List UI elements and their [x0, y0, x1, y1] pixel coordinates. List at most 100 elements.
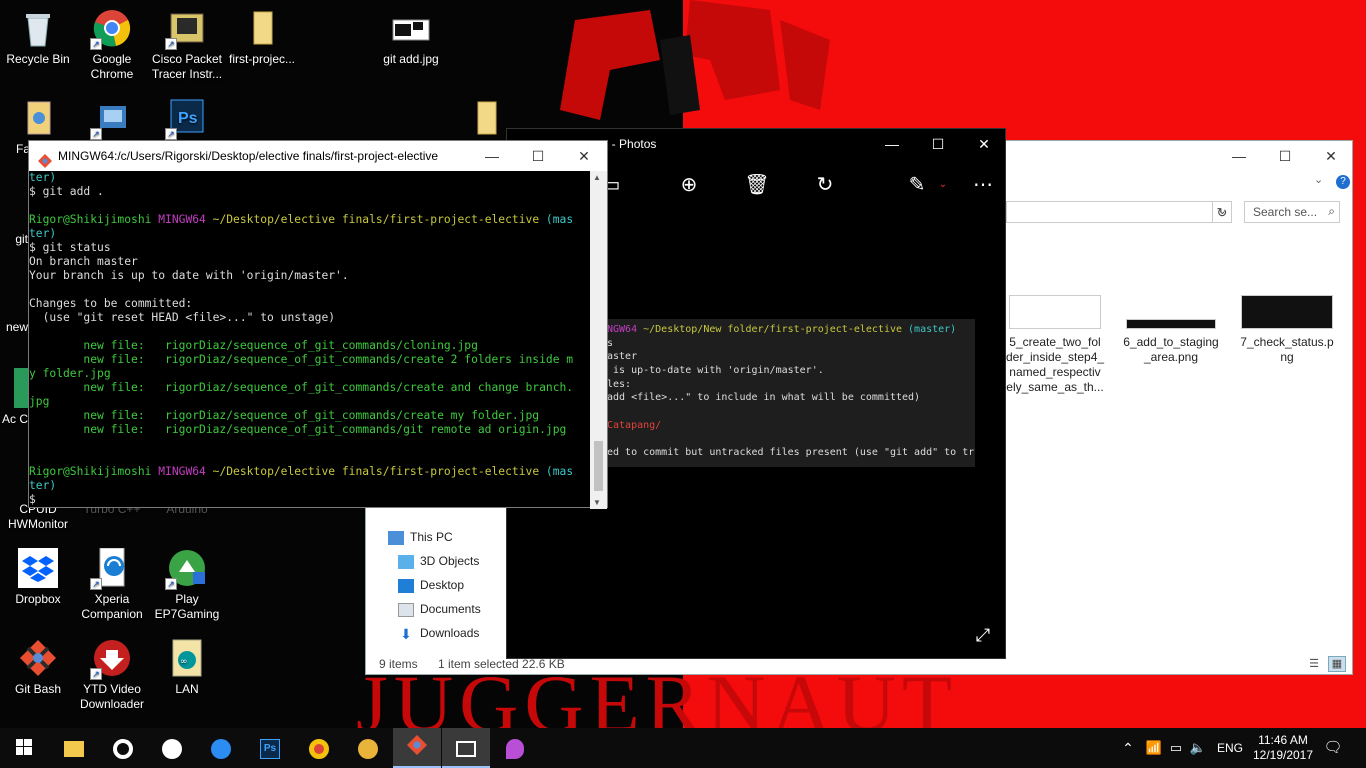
terminal-line: $	[29, 493, 591, 507]
scroll-down-arrow-icon[interactable]: ▼	[593, 498, 601, 507]
maximize-button[interactable]: ☐	[1262, 141, 1308, 171]
nav-item-downloads[interactable]: ⬇ Downloads	[398, 622, 479, 644]
zoom-in-icon[interactable]: ⊕	[675, 171, 703, 199]
photos-icon	[456, 741, 476, 758]
file-item[interactable]: 5_create_two_fol der_inside_step4_ named…	[1006, 295, 1104, 395]
terminal-line: $ git status	[29, 241, 591, 255]
taskbar-file-explorer[interactable]	[50, 728, 98, 768]
desktop-icon-photoshop[interactable]: Ps ↗	[149, 98, 225, 142]
chevron-down-icon[interactable]: ⌄	[929, 171, 957, 199]
shortcut-arrow-icon: ↗	[165, 38, 177, 50]
file-item[interactable]: 7_check_status.p ng	[1238, 295, 1336, 365]
full-screen-icon[interactable]: ⤢	[971, 623, 995, 647]
close-button[interactable]: ✕	[961, 129, 1007, 159]
language-indicator[interactable]: ENG	[1214, 728, 1246, 768]
desktop-icon-partial-4[interactable]: new	[0, 278, 28, 335]
show-hidden-icons-button[interactable]: ⌃	[1118, 728, 1138, 768]
network-icon[interactable]: 📶	[1144, 728, 1164, 768]
desktop-icon-dropbox[interactable]: Dropbox	[0, 548, 76, 607]
taskbar-cortana[interactable]	[99, 728, 147, 768]
action-center-icon[interactable]: 🗨	[1320, 728, 1346, 768]
file-item[interactable]: 6_add_to_staging _area.png	[1122, 295, 1220, 365]
recycle-bin-icon	[18, 8, 58, 48]
taskbar-paint-3d[interactable]	[491, 728, 539, 768]
terminal-line: new file: rigorDiaz/sequence_of_git_comm…	[29, 381, 591, 395]
terminal-titlebar: MINGW64:/c/Users/Rigorski/Desktop/electi…	[29, 141, 607, 171]
desktop-icon-partial-2[interactable]: ↗	[74, 98, 150, 142]
desktop-icon-xperia-companion[interactable]: ↗ Xperia Companion	[74, 547, 150, 622]
delete-icon[interactable]: 🗑	[743, 171, 771, 199]
file-thumbnail	[1009, 295, 1101, 329]
thumbnail-view-button[interactable]: ▦	[1328, 656, 1346, 672]
desktop-icon-partial-5[interactable]: Ac C	[0, 368, 28, 427]
taskbar-steam[interactable]	[148, 728, 196, 768]
minimize-button[interactable]: —	[869, 129, 915, 159]
minimize-button[interactable]: —	[1216, 141, 1262, 171]
steam-icon	[162, 739, 182, 760]
details-view-button[interactable]: ☰	[1306, 656, 1322, 672]
search-box[interactable]: Search se... ⌕	[1244, 201, 1340, 223]
edit-create-icon[interactable]: ✎	[903, 171, 931, 199]
folder-icon	[466, 98, 506, 138]
battery-icon[interactable]: ▭	[1166, 728, 1186, 768]
help-icon[interactable]: ?	[1336, 175, 1350, 189]
maximize-button[interactable]: ☐	[515, 141, 561, 171]
taskbar-chrome[interactable]	[295, 728, 343, 768]
terminal-output[interactable]: ter) $ git add . Rigor@Shikijimoshi MINGW6…	[29, 171, 591, 509]
taskbar-messenger[interactable]	[197, 728, 245, 768]
desktop-icon-recycle-bin[interactable]: Recycle Bin	[0, 8, 76, 67]
line-segment: new file: rigorDiaz/sequence_of_git_comm…	[29, 353, 574, 366]
explorer-ribbon: ⌄ ?	[1006, 171, 1352, 197]
paint-3d-icon	[506, 739, 524, 760]
terminal-line: jpg	[29, 395, 591, 409]
taskbar-photoshop[interactable]: Ps	[246, 728, 294, 768]
search-input[interactable]: Search se...	[1253, 205, 1317, 219]
line-segment: ter)	[29, 479, 57, 492]
volume-icon[interactable]: 🔈	[1188, 728, 1208, 768]
clock-date: 12/19/2017	[1252, 748, 1314, 762]
maximize-button[interactable]: ☐	[915, 129, 961, 159]
nav-item-this-pc[interactable]: This PC	[388, 526, 453, 548]
git-bash-terminal-window[interactable]: MINGW64:/c/Users/Rigorski/Desktop/electi…	[28, 140, 608, 509]
clock[interactable]: 11:46 AM 12/19/2017	[1252, 728, 1314, 768]
line-segment: ter)	[29, 171, 57, 184]
scroll-up-arrow-icon[interactable]: ▲	[593, 173, 601, 182]
rotate-icon[interactable]: ↻	[811, 171, 839, 199]
taskbar-coin-app[interactable]	[344, 728, 392, 768]
scrollbar[interactable]: ▲ ▼	[590, 171, 607, 509]
desktop-icon-partial-3[interactable]: git	[0, 188, 28, 247]
line-segment: new file: rigorDiaz/sequence_of_git_comm…	[29, 339, 478, 352]
shortcut-arrow-icon: ↗	[90, 128, 102, 140]
nav-item-desktop[interactable]: Desktop	[398, 574, 464, 596]
ytd-downloader-icon: ↗	[90, 638, 132, 680]
taskbar-git-bash[interactable]	[393, 728, 441, 768]
minimize-button[interactable]: —	[469, 141, 515, 171]
ribbon-expand-icon[interactable]: ⌄	[1314, 173, 1323, 186]
desktop-icon-ytd-downloader[interactable]: ↗ YTD Video Downloader	[74, 638, 150, 712]
address-bar[interactable]: ⌄	[1006, 201, 1232, 223]
desktop-icon-git-bash[interactable]: Git Bash	[0, 638, 76, 697]
desktop-icon-google-chrome[interactable]: ↗ Google Chrome	[74, 8, 150, 82]
coin-app-icon	[358, 739, 378, 760]
scroll-thumb[interactable]	[594, 441, 603, 491]
line-segment: les:	[607, 378, 632, 390]
more-options-icon[interactable]: ⋯	[969, 171, 997, 199]
nav-item-3d-objects[interactable]: 3D Objects	[398, 550, 479, 572]
close-button[interactable]: ✕	[561, 141, 607, 171]
terminal-line: On branch master	[29, 255, 591, 269]
close-button[interactable]: ✕	[1308, 141, 1354, 171]
start-button[interactable]	[0, 728, 48, 768]
desktop-icon-first-project[interactable]: first-projec...	[224, 8, 300, 67]
desktop-icon-git-add-jpg[interactable]: git add.jpg	[373, 8, 449, 67]
desktop-icon-ep7gaming[interactable]: ↗ Play EP7Gaming	[149, 548, 225, 622]
photo-line: Catapang/	[607, 419, 975, 433]
file-explorer-icon	[64, 741, 84, 758]
desktop-icon-cisco-packet-tracer[interactable]: ↗ Cisco Packet Tracer Instr...	[149, 8, 225, 82]
refresh-icon[interactable]: ↻	[1212, 201, 1232, 223]
taskbar-photos[interactable]	[442, 728, 490, 768]
nav-item-documents[interactable]: Documents	[398, 598, 481, 620]
line-segment: MINGW64	[158, 213, 213, 226]
file-name: 7_check_status.p ng	[1240, 335, 1334, 364]
desktop-icon-lan[interactable]: ∞ LAN	[149, 638, 225, 697]
